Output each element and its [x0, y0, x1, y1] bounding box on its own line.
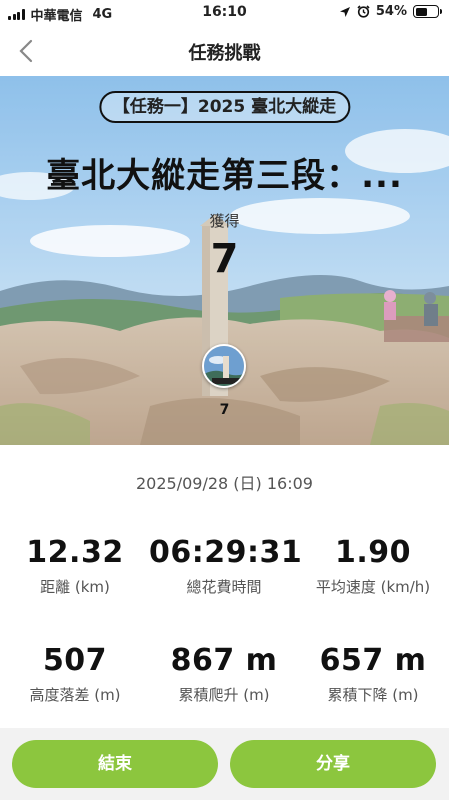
stat-value: 1.90	[334, 535, 412, 570]
summit-marker-badge-icon	[202, 344, 246, 388]
stat-label: 累積爬升 (m)	[178, 686, 270, 704]
stat-avg-speed: 1.90 平均速度 (km/h)	[298, 535, 448, 597]
end-button[interactable]: 結束	[12, 740, 218, 788]
location-arrow-icon	[339, 6, 350, 17]
mission-title: 臺北大縱走第三段：...	[46, 156, 403, 196]
stats-panel: 2025/09/28 (日) 16:09 12.32 距離 (km) 06:29…	[0, 445, 449, 728]
stat-value: 867 m	[170, 643, 278, 678]
hero-banner: 【任務一】2025 臺北大縱走 臺北大縱走第三段：... 獲得 7 7	[0, 76, 449, 445]
activity-datetime: 2025/09/28 (日) 16:09	[136, 474, 313, 493]
stat-label: 距離 (km)	[40, 578, 110, 596]
earn-value: 7	[210, 236, 239, 282]
page-title: 任務挑戰	[188, 43, 261, 64]
share-button[interactable]: 分享	[230, 740, 436, 788]
stat-value: 507	[42, 643, 108, 678]
stat-total-time: 06:29:31 總花費時間	[149, 535, 303, 597]
stat-distance: 12.32 距離 (km)	[0, 535, 150, 597]
badge-count: 7	[219, 402, 230, 418]
battery-fill	[415, 7, 427, 16]
status-right: 54%	[339, 4, 442, 19]
stat-value: 06:29:31	[149, 535, 303, 570]
mission-pill: 【任務一】2025 臺北大縱走	[98, 91, 351, 123]
bottom-action-bar: 結束 分享	[0, 728, 449, 800]
alarm-icon	[357, 5, 370, 18]
stat-label: 高度落差 (m)	[29, 686, 121, 704]
stat-label: 平均速度 (km/h)	[315, 578, 431, 596]
stat-total-ascent: 867 m 累積爬升 (m)	[149, 643, 299, 705]
nav-bar: 任務挑戰	[0, 26, 449, 76]
stat-label: 總花費時間	[186, 578, 262, 596]
battery-percent: 54%	[375, 4, 407, 19]
battery-icon	[413, 5, 442, 18]
stat-value: 657 m	[319, 643, 427, 678]
earn-label: 獲得	[209, 212, 240, 230]
stat-total-descent: 657 m 累積下降 (m)	[298, 643, 448, 705]
stat-label: 累積下降 (m)	[327, 686, 419, 704]
stat-value: 12.32	[26, 535, 124, 570]
status-bar: 中華電信 4G 16:10 54%	[0, 0, 449, 26]
stat-elevation-diff: 507 高度落差 (m)	[0, 643, 150, 705]
